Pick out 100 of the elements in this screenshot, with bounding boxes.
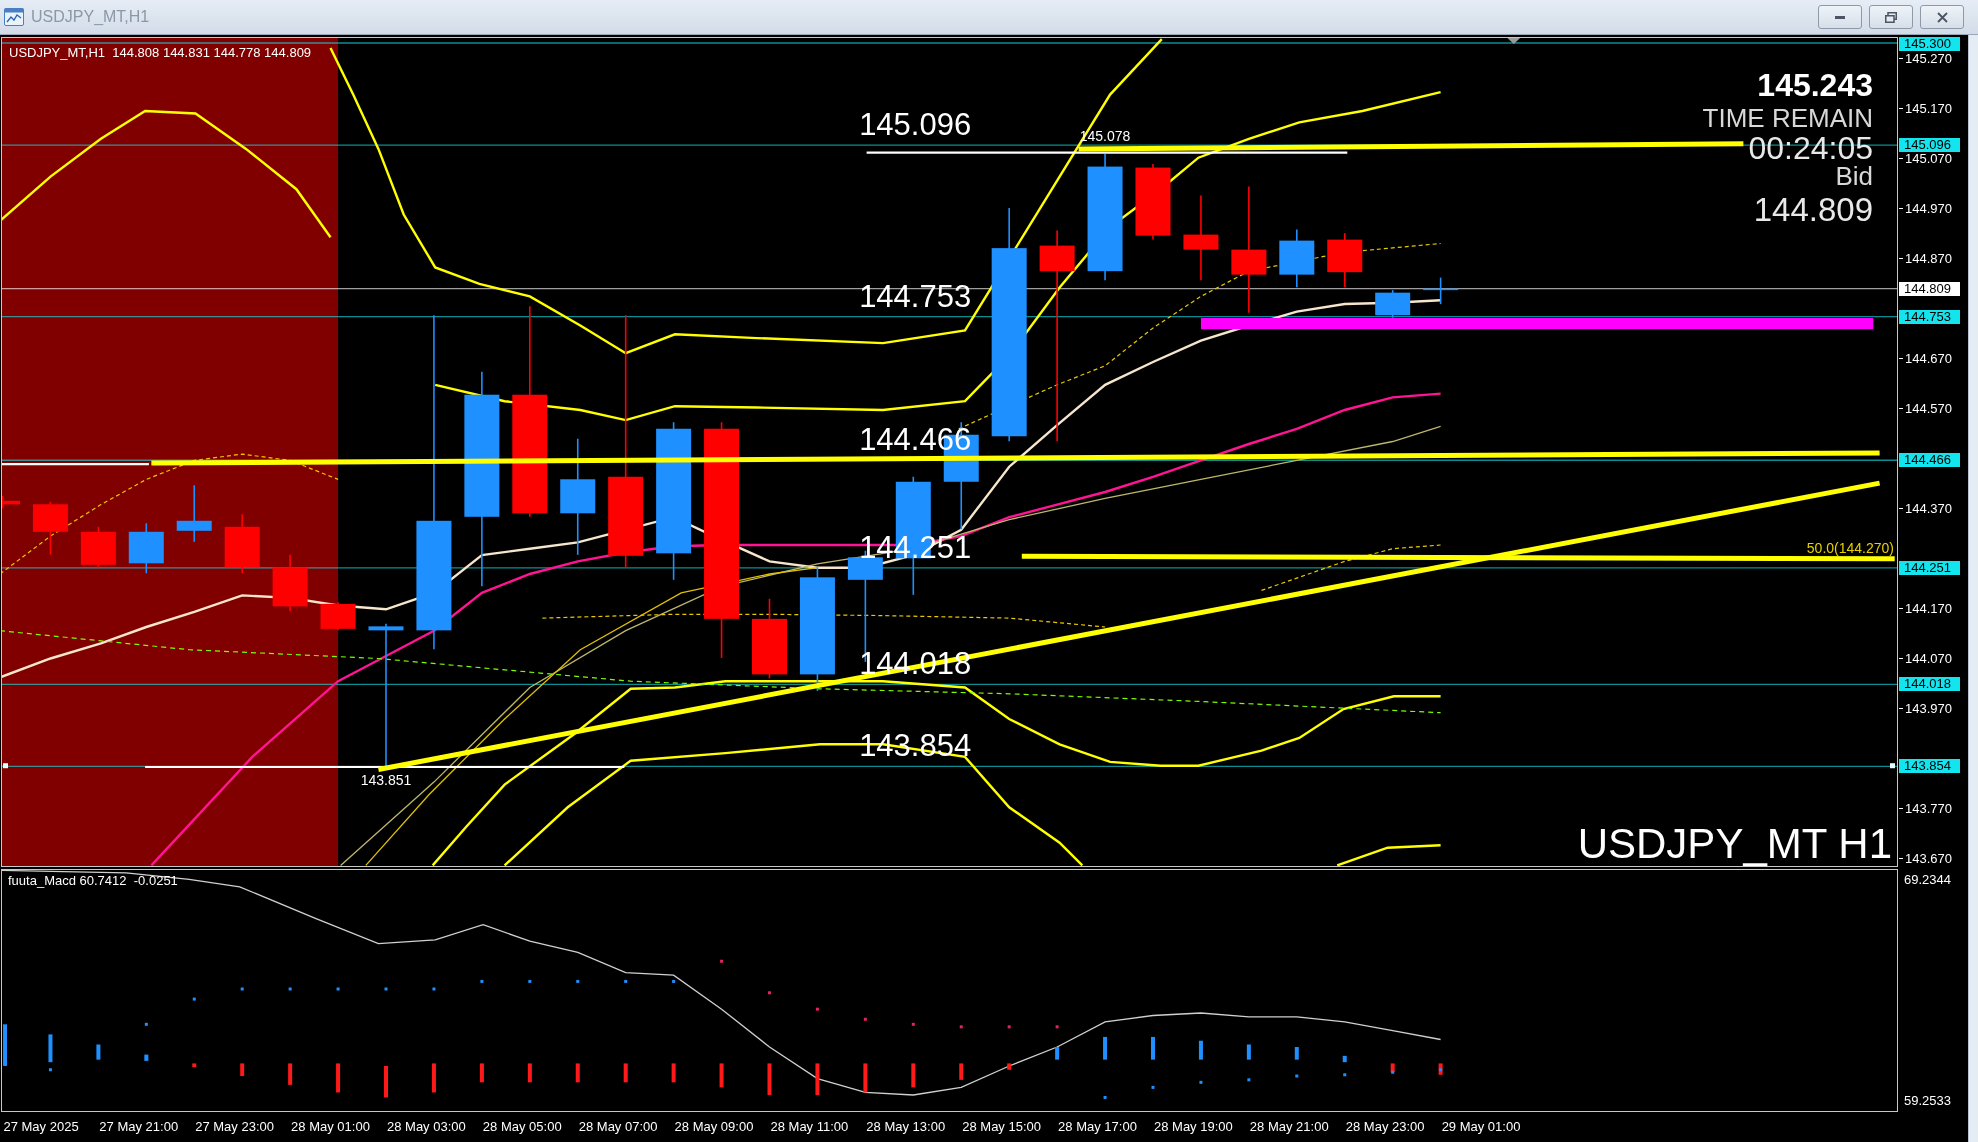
- signal-point: [959, 1025, 963, 1029]
- histogram-bar: [1342, 1055, 1347, 1063]
- histogram-bar: [1246, 1044, 1251, 1060]
- bearish-candle: [32, 500, 68, 556]
- low-price-label: 143.851: [360, 771, 412, 788]
- signal-point: [288, 987, 292, 991]
- time-tick-label: 27 May 23:00: [195, 1120, 274, 1134]
- signal-point: [624, 979, 628, 983]
- signal-point: [1295, 1074, 1299, 1078]
- bullish-candle: [1279, 228, 1315, 288]
- bearish-candle: [272, 554, 308, 613]
- histogram-bar: [671, 1063, 676, 1083]
- histogram-bar: [48, 1034, 53, 1063]
- signal-point: [1391, 1070, 1395, 1074]
- histogram-bar: [192, 1063, 197, 1068]
- time-tick-label: 28 May 21:00: [1249, 1120, 1329, 1134]
- price-tick-label: 144.570: [1899, 401, 1952, 415]
- timer-label: TIME REMAIN: [1702, 103, 1873, 133]
- signal-point: [336, 987, 340, 991]
- level-price-label: 144.753: [859, 278, 972, 314]
- price-tick-label: 143.970: [1899, 701, 1952, 715]
- time-tick-label: 27 May 21:00: [99, 1120, 179, 1134]
- restore-button[interactable]: [1869, 5, 1913, 29]
- histogram-bar: [1294, 1047, 1299, 1060]
- histogram-bar: [527, 1063, 532, 1083]
- chart-header: USDJPY_MT,H1 144.808 144.831 144.778 144.809: [9, 45, 312, 60]
- signal-point: [768, 991, 771, 995]
- bearish-candle: [1327, 232, 1363, 288]
- signal-point: [576, 979, 580, 983]
- histogram-bar: [1007, 1063, 1012, 1070]
- histogram-bar: [623, 1063, 628, 1083]
- time-tick-label: 27 May 2025: [3, 1120, 79, 1134]
- minimize-button[interactable]: [1818, 5, 1862, 29]
- scale-max-label: 69.2344: [1904, 873, 1951, 886]
- close-button[interactable]: [1920, 5, 1964, 29]
- signal-point: [911, 1022, 915, 1026]
- bearish-candle: [224, 513, 260, 575]
- time-tick-label: 28 May 07:00: [578, 1120, 658, 1134]
- time-tick-label: 28 May 03:00: [387, 1120, 466, 1134]
- symbol-label: USDJPY_MT H1: [1577, 820, 1892, 867]
- price-level-tag: 143.854: [1899, 759, 1960, 774]
- histogram-bar: [959, 1063, 964, 1080]
- signal-point: [863, 1017, 867, 1021]
- level-price-label: 145.096: [859, 107, 972, 143]
- histogram-bar: [96, 1044, 101, 1060]
- anchor-point-icon[interactable]: [1890, 763, 1895, 769]
- price-tick-label: 144.870: [1899, 251, 1952, 265]
- time-tick-label: 29 May 01:00: [1441, 1120, 1521, 1134]
- histogram-bar: [1390, 1063, 1395, 1073]
- price-level-tag: 145.300: [1899, 37, 1960, 51]
- price-level-tag: 144.753: [1899, 309, 1960, 324]
- price-level-tag: 144.466: [1899, 453, 1960, 468]
- signal-point: [192, 997, 196, 1001]
- histogram-bar: [1103, 1036, 1108, 1060]
- signal-point: [720, 959, 724, 963]
- time-tick-label: 28 May 19:00: [1154, 1120, 1233, 1134]
- fibonacci-label: 50.0(144.270): [1806, 540, 1894, 557]
- signal-point: [384, 987, 388, 991]
- bullish-candle: [176, 484, 212, 543]
- price-level-tag: 144.018: [1899, 677, 1960, 692]
- histogram-bar: [431, 1063, 436, 1093]
- bullish-candle: [128, 522, 164, 575]
- signal-point: [672, 979, 676, 983]
- price-level-tag: 145.096: [1899, 138, 1960, 153]
- chart-shift-marker-icon[interactable]: [1507, 38, 1521, 44]
- histogram-bar: [384, 1065, 388, 1098]
- histogram-bar: [911, 1063, 916, 1088]
- price-level-tag: 144.251: [1899, 560, 1960, 575]
- last-price-value: 145.243: [1757, 67, 1873, 103]
- signal-point: [1247, 1078, 1251, 1082]
- price-tick-label: 144.370: [1899, 501, 1952, 515]
- close-icon: [1936, 11, 1948, 23]
- time-tick-label: 28 May 01:00: [291, 1120, 370, 1134]
- histogram-bar: [815, 1063, 820, 1095]
- bid-value: 144.809: [1753, 191, 1873, 228]
- anchor-point-icon[interactable]: [3, 763, 8, 769]
- price-tick-label: 143.770: [1899, 801, 1952, 815]
- signal-point: [1103, 1096, 1107, 1099]
- oscillator-header: fuuta_Macd 60.7412 -0.0251: [8, 873, 178, 888]
- signal-point: [815, 1007, 819, 1011]
- histogram-bar: [1151, 1036, 1155, 1060]
- scale-min-label: 59.2533: [1904, 1094, 1951, 1107]
- time-tick-label: 28 May 13:00: [866, 1120, 946, 1134]
- price-tick-label: 145.170: [1899, 101, 1952, 115]
- time-tick-label: 28 May 23:00: [1345, 1120, 1425, 1134]
- price-level-tag: 144.809: [1899, 281, 1960, 296]
- histogram-bar: [575, 1063, 580, 1083]
- price-tick-label: 144.970: [1899, 201, 1952, 215]
- histogram-bar: [1055, 1047, 1060, 1060]
- signal-point: [144, 1022, 148, 1026]
- bullish-candle: [1375, 289, 1411, 319]
- histogram-bar: [288, 1063, 293, 1085]
- time-tick-label: 28 May 15:00: [962, 1120, 1041, 1134]
- histogram-bar: [144, 1054, 149, 1061]
- signal-point: [1439, 1068, 1443, 1072]
- window-title: USDJPY_MT,H1: [31, 8, 150, 26]
- signal-point: [240, 987, 244, 991]
- histogram-bar: [767, 1063, 772, 1095]
- histogram-bar: [479, 1063, 484, 1083]
- histogram-bar: [863, 1063, 868, 1093]
